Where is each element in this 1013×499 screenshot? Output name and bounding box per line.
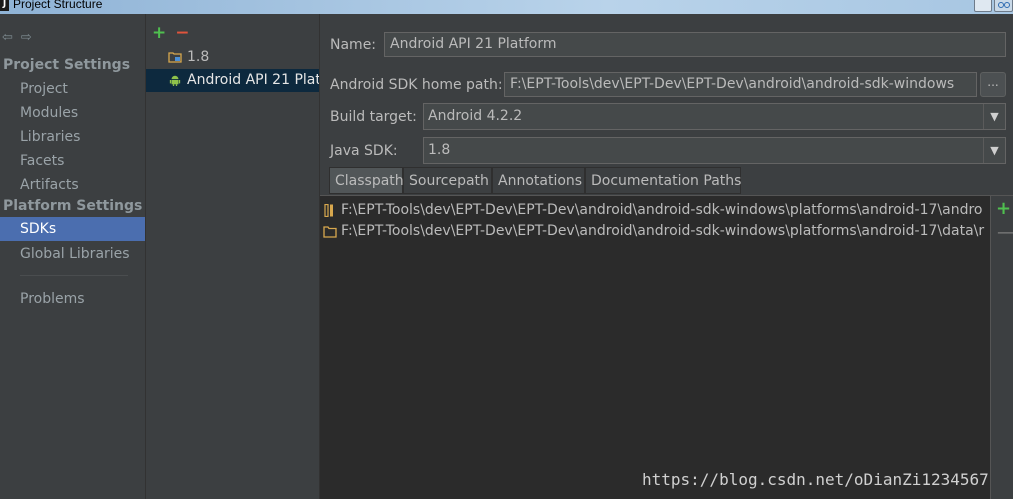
folder-icon — [323, 226, 337, 238]
sdk-item-android[interactable]: Android API 21 Platform — [146, 69, 320, 92]
jar-icon — [324, 204, 333, 217]
java-sdk-label: Java SDK: — [330, 143, 398, 159]
nav-item-modules[interactable]: Modules — [0, 101, 145, 125]
platform-settings-header: Platform Settings — [3, 198, 143, 214]
classpath-entry[interactable]: F:\EPT-Tools\dev\EPT-Dev\EPT-Dev\android… — [320, 200, 990, 221]
nav-item-artifacts[interactable]: Artifacts — [0, 173, 145, 197]
build-target-label: Build target: — [330, 109, 417, 125]
title-bar: J Project Structure — [0, 0, 1013, 14]
name-label: Name: — [330, 37, 377, 53]
chevron-down-icon[interactable]: ▼ — [983, 104, 1005, 129]
sdk-list-toolbar: + − — [152, 23, 190, 43]
intellij-icon: J — [0, 0, 9, 11]
java-sdk-value: 1.8 — [428, 142, 451, 158]
tab-sourcepath[interactable]: Sourcepath — [403, 167, 492, 194]
window-title: Project Structure — [13, 0, 103, 11]
tab-documentation-paths[interactable]: Documentation Paths — [585, 167, 741, 194]
nav-item-libraries[interactable]: Libraries — [0, 125, 145, 149]
sdk-item-java[interactable]: 1.8 — [146, 46, 319, 69]
classpath-list: F:\EPT-Tools\dev\EPT-Dev\EPT-Dev\android… — [320, 195, 1013, 499]
java-sdk-select[interactable]: 1.8 ▼ — [423, 137, 1006, 164]
sdk-home-label: Android SDK home path: — [330, 77, 503, 93]
build-target-value: Android 4.2.2 — [428, 108, 523, 124]
classpath-path: F:\EPT-Tools\dev\EPT-Dev\EPT-Dev\android… — [341, 202, 983, 218]
nav-item-global-libraries[interactable]: Global Libraries — [0, 242, 145, 266]
settings-nav: ⇦ ⇨ Project Settings Project Modules Libr… — [0, 14, 146, 499]
sdk-item-label: Android API 21 Platform — [187, 72, 320, 88]
forward-arrow-icon[interactable]: ⇨ — [21, 30, 32, 45]
window-close-button[interactable] — [994, 0, 1013, 12]
browse-button[interactable]: ... — [980, 72, 1006, 97]
add-classpath-button[interactable]: + — [996, 198, 1011, 219]
tab-annotations[interactable]: Annotations — [492, 167, 585, 194]
classpath-entry[interactable]: F:\EPT-Tools\dev\EPT-Dev\EPT-Dev\android… — [320, 221, 990, 242]
tab-classpath[interactable]: Classpath — [329, 167, 404, 194]
nav-item-sdks[interactable]: SDKs — [0, 217, 145, 241]
classpath-toolbar: + — — [990, 196, 1013, 499]
sdk-home-path-field[interactable]: F:\EPT-Tools\dev\EPT-Dev\EPT-Dev\android… — [504, 72, 977, 97]
build-target-select[interactable]: Android 4.2.2 ▼ — [423, 103, 1006, 130]
remove-classpath-button[interactable]: — — [997, 222, 1013, 243]
project-settings-header: Project Settings — [3, 57, 131, 73]
name-field[interactable]: Android API 21 Platform — [384, 32, 1006, 57]
nav-arrows: ⇦ ⇨ — [2, 30, 40, 45]
circle-icon — [1004, 2, 1010, 8]
nav-item-facets[interactable]: Facets — [0, 149, 145, 173]
java-folder-icon — [168, 52, 182, 63]
chevron-down-icon[interactable]: ▼ — [983, 138, 1005, 163]
nav-divider — [20, 275, 128, 276]
android-icon — [169, 75, 181, 86]
back-arrow-icon[interactable]: ⇦ — [2, 30, 13, 45]
classpath-path: F:\EPT-Tools\dev\EPT-Dev\EPT-Dev\android… — [341, 223, 985, 239]
sdk-detail-panel: Name: Android API 21 Platform Android SD… — [320, 14, 1013, 499]
window-help-button[interactable] — [974, 0, 992, 12]
nav-item-problems[interactable]: Problems — [0, 287, 145, 311]
sdk-list-panel: +− 1.8 Android API 21 Platform — [146, 14, 320, 499]
add-sdk-button[interactable]: + — [152, 23, 166, 43]
watermark: https://blog.csdn.net/oDianZi1234567 — [642, 470, 989, 489]
sdk-item-label: 1.8 — [187, 49, 210, 65]
remove-sdk-button[interactable]: − — [175, 23, 189, 43]
nav-item-project[interactable]: Project — [0, 77, 145, 101]
